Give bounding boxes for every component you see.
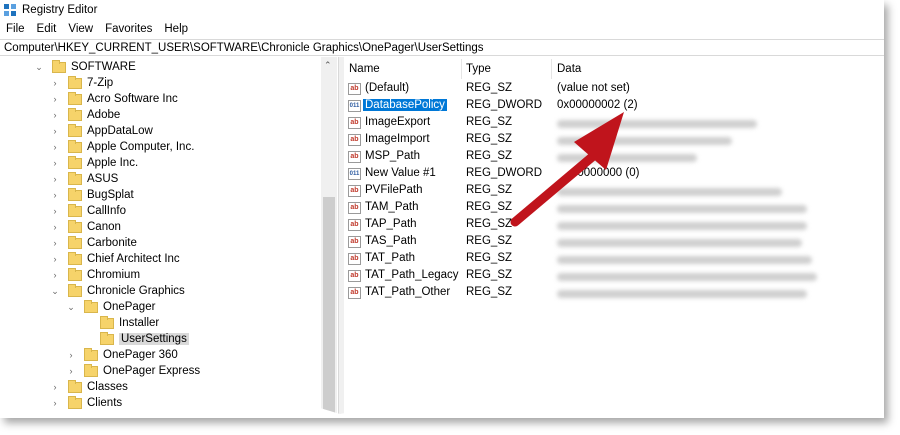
registry-editor-window: Registry Editor File Edit View Favorites…: [0, 0, 884, 418]
red-arrow-annotation: [510, 112, 624, 227]
torn-edge-decoration: [0, 408, 884, 418]
